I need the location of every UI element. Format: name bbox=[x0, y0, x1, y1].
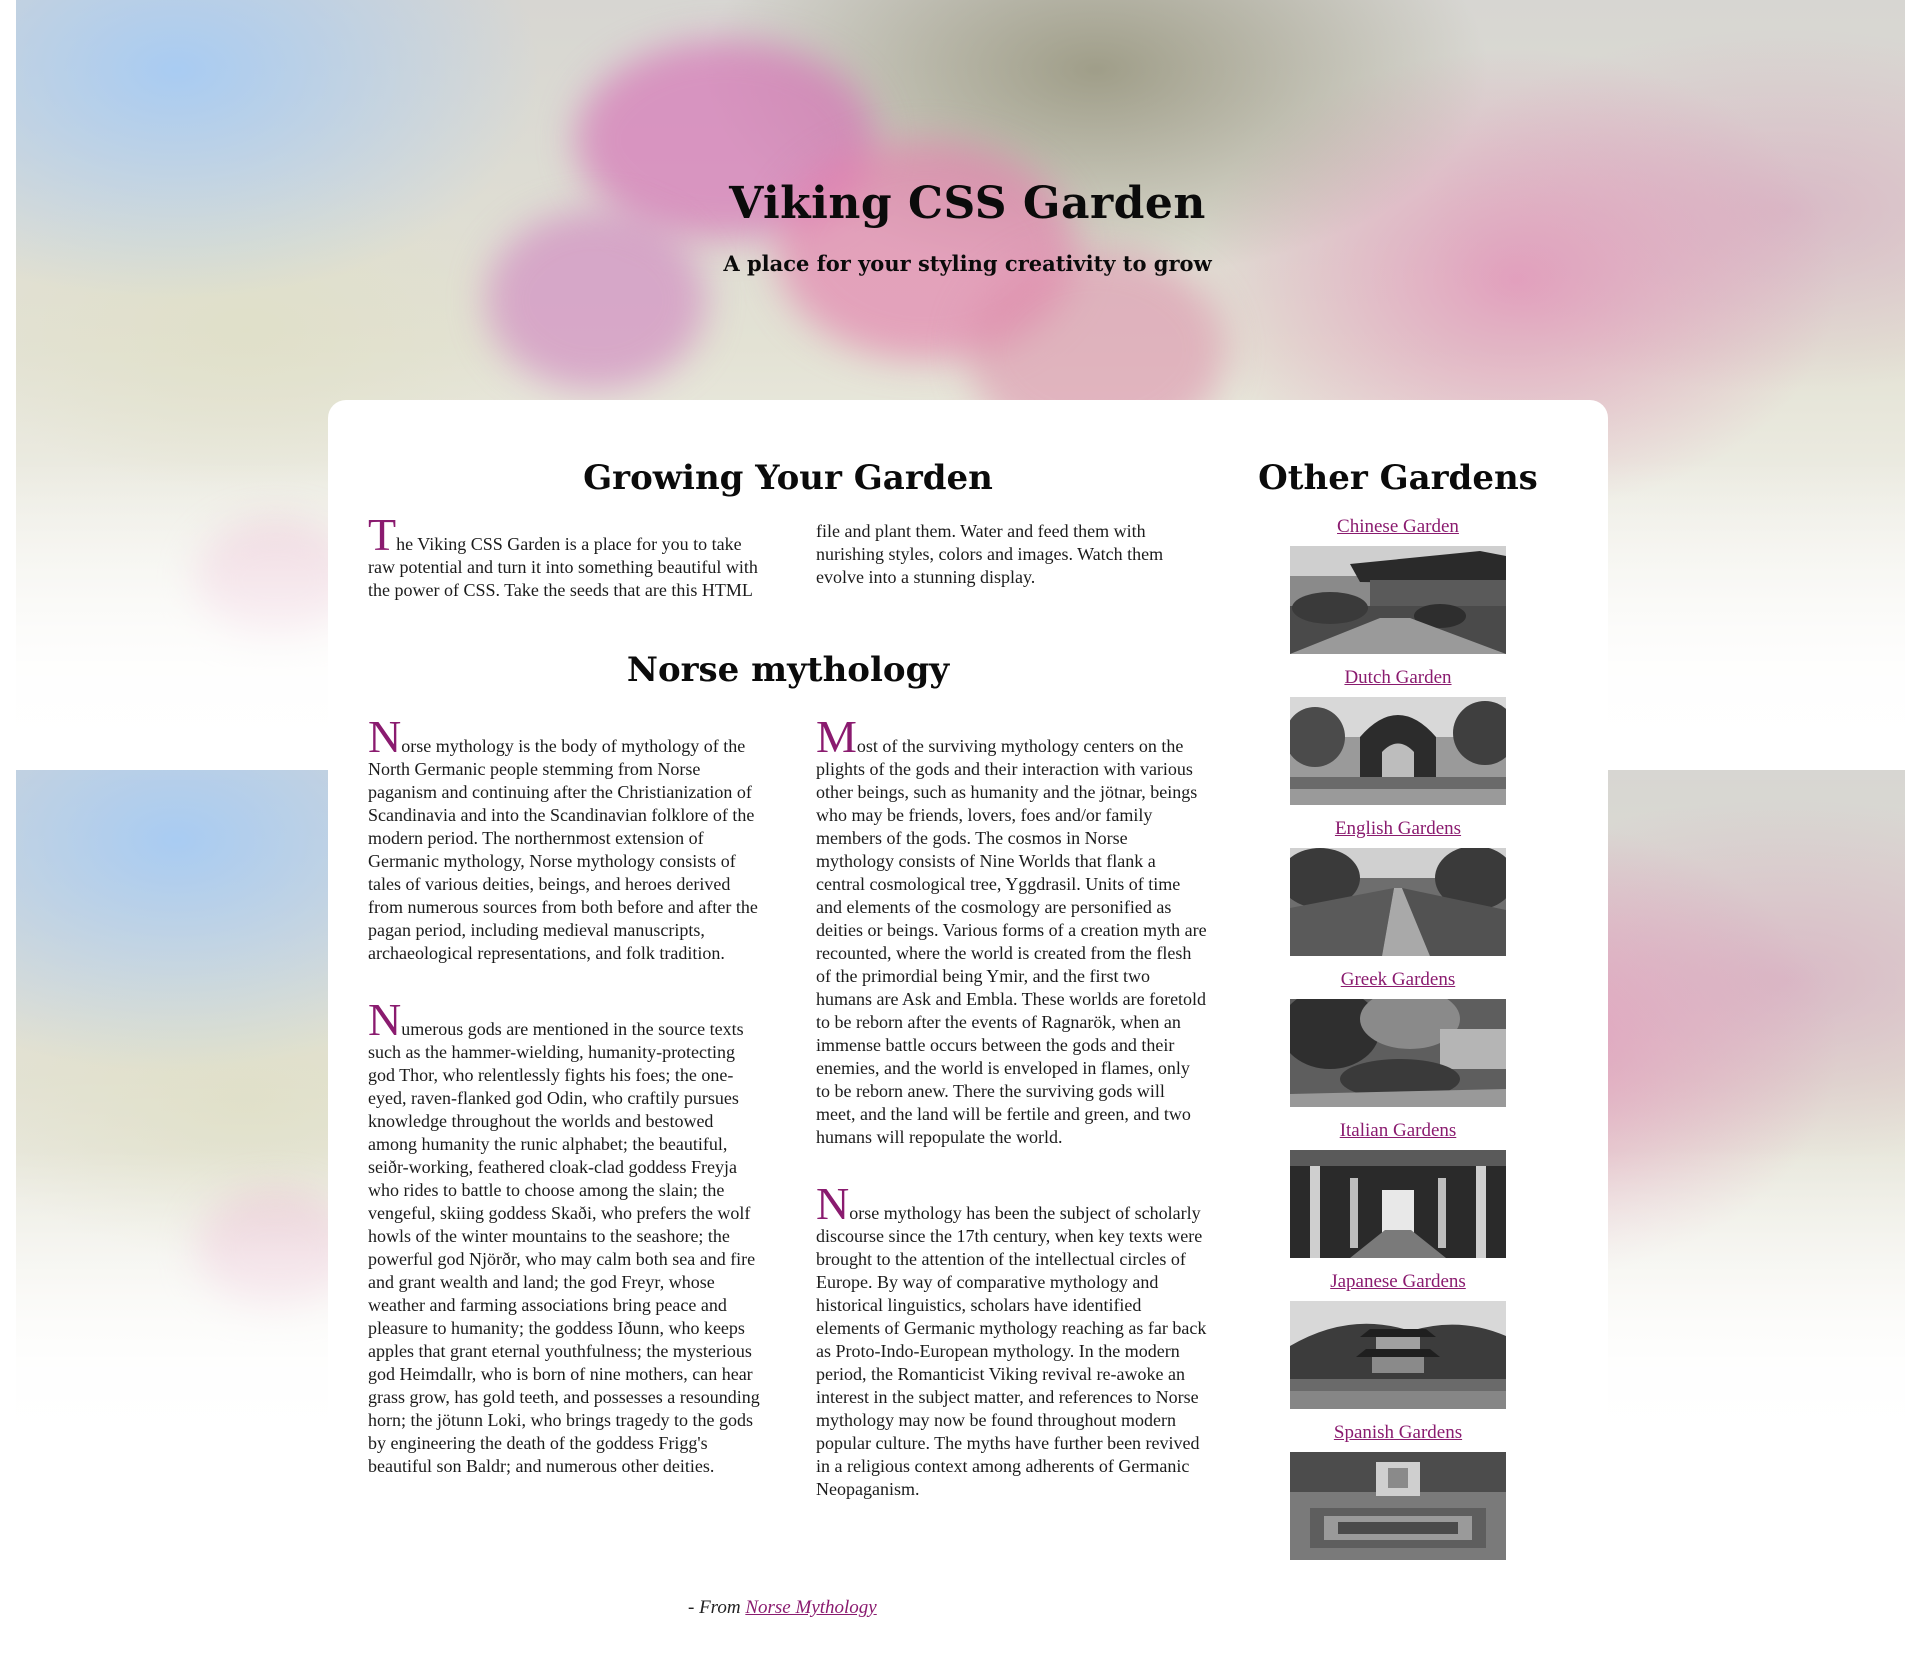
dutch-garden-link[interactable]: Dutch Garden bbox=[1344, 667, 1451, 693]
main-content: Growing Your Garden The Viking CSS Garde… bbox=[368, 458, 1208, 1530]
norse-paragraph-3: Most of the surviving mythology centers … bbox=[816, 711, 1207, 1148]
drop-cap: N bbox=[816, 1178, 850, 1229]
norse-paragraph-1: Norse mythology is the body of mythology… bbox=[368, 711, 758, 964]
japanese-garden-photo[interactable] bbox=[1290, 1301, 1506, 1409]
norse-paragraph-2: Numerous gods are mentioned in the sourc… bbox=[368, 994, 760, 1477]
greek-garden-photo[interactable] bbox=[1290, 999, 1506, 1107]
japanese-gardens-link[interactable]: Japanese Gardens bbox=[1330, 1271, 1466, 1297]
sidebar-title: Other Gardens bbox=[1258, 458, 1538, 498]
italian-garden-photo[interactable] bbox=[1290, 1150, 1506, 1258]
drop-cap: N bbox=[368, 711, 402, 762]
other-gardens-sidebar: Other Gardens Chinese Garden Dutch Garde… bbox=[1228, 458, 1568, 1573]
garden-item-chinese: Chinese Garden bbox=[1228, 516, 1568, 659]
spanish-gardens-link[interactable]: Spanish Gardens bbox=[1334, 1422, 1462, 1448]
growing-body: The Viking CSS Garden is a place for you… bbox=[368, 509, 1208, 602]
italian-gardens-link[interactable]: Italian Gardens bbox=[1340, 1120, 1457, 1146]
source-attribution: - From Norse Mythology bbox=[688, 1597, 877, 1618]
site-tagline: A place for your styling creativity to g… bbox=[723, 251, 1212, 276]
content-card: Growing Your Garden The Viking CSS Garde… bbox=[328, 400, 1608, 1666]
norse-title: Norse mythology bbox=[626, 650, 950, 690]
growing-paragraph: The Viking CSS Garden is a place for you… bbox=[368, 509, 1164, 601]
english-gardens-link[interactable]: English Gardens bbox=[1335, 818, 1461, 844]
norse-mythology-link[interactable]: Norse Mythology bbox=[745, 1597, 876, 1618]
growing-title: Growing Your Garden bbox=[583, 458, 993, 498]
english-garden-photo[interactable] bbox=[1290, 848, 1506, 956]
chinese-garden-link[interactable]: Chinese Garden bbox=[1337, 516, 1459, 542]
garden-list: Chinese Garden Dutch Garden English Gard… bbox=[1228, 516, 1568, 1565]
spanish-garden-photo[interactable] bbox=[1290, 1452, 1506, 1560]
chinese-garden-photo[interactable] bbox=[1290, 546, 1506, 654]
greek-gardens-link[interactable]: Greek Gardens bbox=[1341, 969, 1455, 995]
norse-paragraph-4: Norse mythology has been the subject of … bbox=[816, 1178, 1207, 1500]
dutch-garden-photo[interactable] bbox=[1290, 697, 1506, 805]
garden-item-english: English Gardens bbox=[1228, 818, 1568, 961]
norse-body: Norse mythology is the body of mythology… bbox=[368, 711, 1208, 1530]
drop-cap: T bbox=[368, 509, 397, 560]
site-title: Viking CSS Garden bbox=[729, 178, 1206, 229]
garden-item-dutch: Dutch Garden bbox=[1228, 667, 1568, 810]
garden-item-italian: Italian Gardens bbox=[1228, 1120, 1568, 1263]
garden-item-japanese: Japanese Gardens bbox=[1228, 1271, 1568, 1414]
site-header: Viking CSS Garden A place for your styli… bbox=[0, 178, 1905, 276]
drop-cap: M bbox=[816, 711, 857, 762]
drop-cap: N bbox=[368, 994, 402, 1045]
garden-item-spanish: Spanish Gardens bbox=[1228, 1422, 1568, 1565]
garden-item-greek: Greek Gardens bbox=[1228, 969, 1568, 1112]
